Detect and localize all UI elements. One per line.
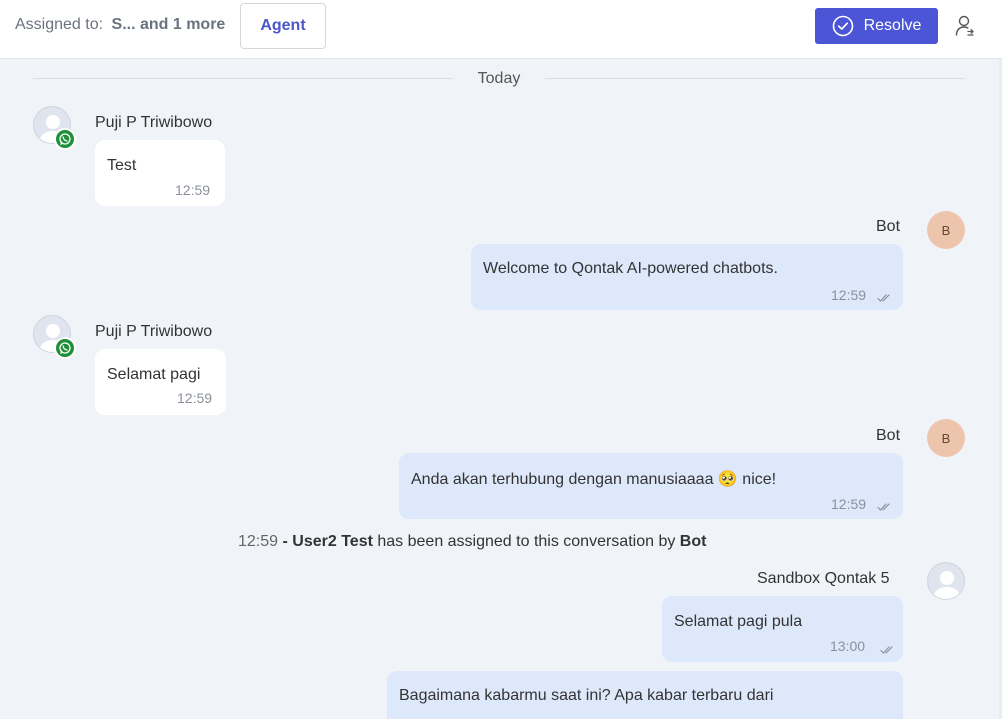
message-bubble[interactable]: Test 12:59 (95, 140, 225, 206)
message-text: Selamat pagi (107, 366, 201, 383)
resolve-button[interactable]: Resolve (815, 8, 938, 44)
message-text-part: nice! (742, 471, 777, 488)
bot-avatar[interactable]: B (927, 211, 965, 249)
event-time: 12:59 (238, 533, 279, 550)
resolve-label: Resolve (863, 17, 922, 34)
whatsapp-icon (54, 128, 76, 150)
message-sender: Bot (876, 427, 901, 444)
message-sender: Puji P Triwibowo (95, 114, 213, 131)
system-assignment-event: 12:59 - User2 Test has been assigned to … (238, 533, 706, 551)
whatsapp-icon (54, 337, 76, 359)
message-text: Anda akan terhubung dengan manusiaaaa 🥺 … (411, 469, 776, 489)
conversation-header: Assigned to: S... and 1 more Agent Resol… (0, 0, 1002, 59)
date-divider-label: Today (477, 70, 521, 87)
message-sender: Sandbox Qontak 5 (757, 570, 890, 587)
check-circle-icon (832, 15, 854, 37)
message-time: 12:59 (831, 287, 867, 303)
event-user: User2 Test (292, 533, 373, 550)
message-time: 12:59 (831, 496, 867, 512)
double-check-icon (880, 642, 894, 654)
message-time: 12:59 (177, 390, 213, 406)
message-time: 12:59 (175, 182, 211, 198)
assigned-label: Assigned to: (15, 16, 104, 33)
event-actor: Bot (679, 533, 707, 550)
message-sender: Puji P Triwibowo (95, 323, 213, 340)
message-text: Selamat pagi pula (674, 613, 803, 630)
message-text: Test (107, 157, 137, 174)
pleading-face-emoji: 🥺 (717, 471, 738, 488)
message-text: Bagaimana kabarmu saat ini? Apa kabar te… (399, 687, 774, 704)
assigned-value[interactable]: S... and 1 more (112, 16, 226, 33)
double-check-icon (877, 290, 891, 302)
user-switch-icon[interactable] (952, 12, 978, 40)
date-divider-line (33, 78, 453, 79)
message-text: Welcome to Qontak AI-powered chatbots. (483, 260, 778, 277)
message-sender: Bot (876, 218, 901, 235)
event-text: has been assigned to this conversation b… (377, 533, 676, 550)
message-bubble[interactable]: Anda akan terhubung dengan manusiaaaa 🥺 … (399, 453, 903, 519)
message-bubble[interactable]: Bagaimana kabarmu saat ini? Apa kabar te… (387, 671, 903, 719)
chat-thread[interactable]: Today Puji P Triwibowo Test 12:59 Bot B … (0, 59, 1002, 719)
assigned-to[interactable]: Assigned to: S... and 1 more (15, 16, 225, 34)
user-avatar-icon[interactable] (927, 562, 965, 600)
bot-avatar[interactable]: B (927, 419, 965, 457)
event-separator: - (282, 533, 288, 550)
message-time: 13:00 (830, 638, 866, 654)
message-bubble[interactable]: Selamat pagi 12:59 (95, 349, 226, 415)
message-text-part: Anda akan terhubung dengan manusiaaaa (411, 471, 714, 488)
agent-button[interactable]: Agent (240, 3, 326, 49)
double-check-icon (877, 499, 891, 511)
message-bubble[interactable]: Welcome to Qontak AI-powered chatbots. 1… (471, 244, 903, 310)
date-divider-line (545, 78, 965, 79)
message-bubble[interactable]: Selamat pagi pula 13:00 (662, 596, 903, 662)
